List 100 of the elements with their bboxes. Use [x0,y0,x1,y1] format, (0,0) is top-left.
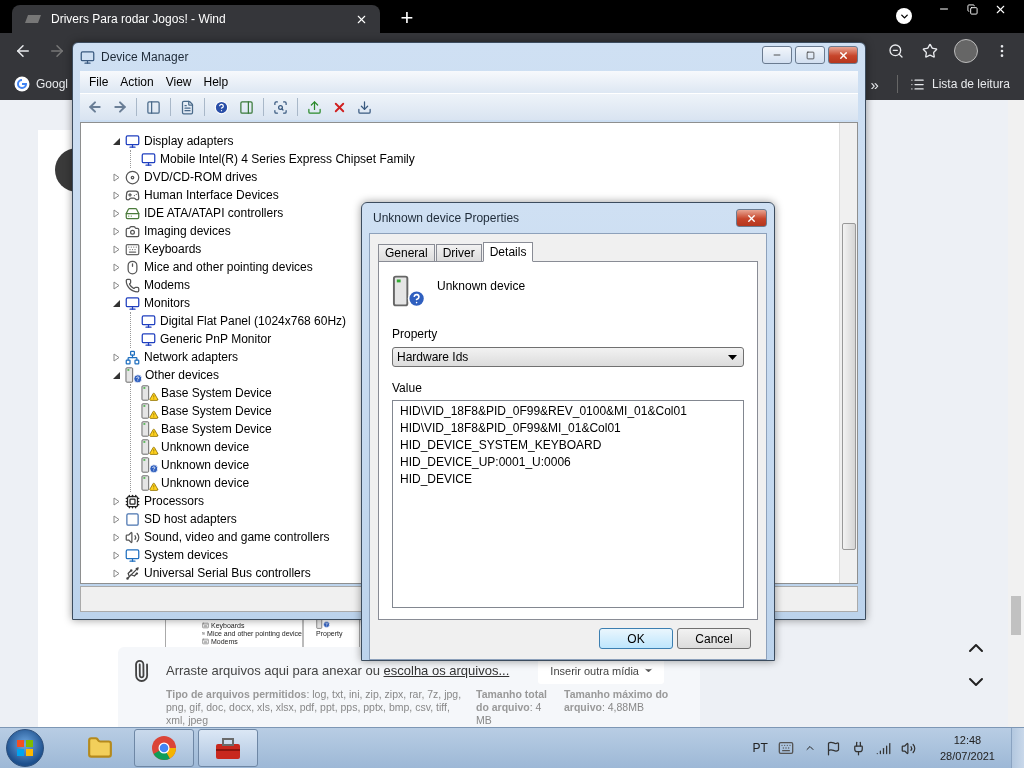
reading-list-button[interactable]: Lista de leitura [909,76,1010,92]
tree-item[interactable]: SD host adapters [144,512,237,526]
collapsed-arrow-icon[interactable] [112,262,121,272]
menu-item[interactable]: View [159,72,198,92]
tree-item[interactable]: Digital Flat Panel (1024x768 60Hz) [160,314,347,328]
volume-icon[interactable] [900,740,916,756]
usb-icon [125,565,140,581]
value-line[interactable]: HID_DEVICE_UP:0001_U:0006 [400,454,743,471]
gamepad-icon [125,187,140,203]
tree-item[interactable]: Human Interface Devices [144,188,279,202]
expanded-arrow-icon[interactable] [112,136,121,146]
tree-item[interactable]: Modems [144,278,190,292]
tree-item[interactable]: Base System Device [161,386,272,400]
tree-item[interactable]: Unknown device [161,476,250,490]
tree-item[interactable]: IDE ATA/ATAPI controllers [144,206,284,220]
maximize-button[interactable] [795,46,825,64]
field-label: Value [392,381,423,395]
list-icon [909,76,925,92]
upload-icon [307,99,322,115]
tree-item[interactable]: Base System Device [161,422,272,436]
tree-item[interactable]: Monitors [144,296,190,310]
collapsed-arrow-icon[interactable] [112,352,121,362]
windows-logo-icon [15,738,35,758]
collapsed-arrow-icon[interactable] [112,226,121,236]
tree-scrollbar[interactable] [839,123,857,583]
collapsed-arrow-icon[interactable] [112,550,121,560]
close-icon [837,49,849,61]
tree-item[interactable]: Unknown device [161,458,250,472]
dialog-tab[interactable]: Driver [435,244,482,261]
cancel-button[interactable]: Cancel [677,628,751,649]
ok-button[interactable]: OK [599,628,673,649]
keyboard-icon[interactable] [777,740,794,756]
collapsed-arrow-icon[interactable] [112,244,121,254]
tree-item[interactable]: Base System Device [161,404,272,418]
tree-item[interactable]: Mobile Intel(R) 4 Series Express Chipset Family [160,152,415,166]
start-button[interactable] [6,729,44,767]
tree-item[interactable]: Display adapters [144,134,234,148]
property-dropdown[interactable]: Hardware Ids [392,347,744,367]
collapsed-arrow-icon[interactable] [112,532,121,542]
collapsed-arrow-icon[interactable] [112,190,121,200]
bookmark-link[interactable]: Googl [36,77,69,91]
scroll-thumb[interactable] [1011,596,1021,635]
tree-item[interactable]: DVD/CD-ROM drives [144,170,258,184]
signal-icon[interactable] [875,740,891,756]
total-size-text: Tamanho total do arquivo: 4 MB [476,688,548,727]
collapsed-arrow-icon[interactable] [112,514,121,524]
tree-item[interactable]: Unknown device [161,440,250,454]
chrome-icon [151,735,177,761]
window-title: Device Manager [101,50,189,64]
unknown-device-icon [125,367,141,383]
dialog-tab[interactable]: Details [482,242,534,262]
language-indicator[interactable]: PT [752,741,768,755]
collapsed-arrow-icon[interactable] [112,172,121,182]
max-size-text: Tamanho máximo do arquivo: 4,88MB [564,688,670,715]
tree-item[interactable]: Mice and other pointing devices [144,260,313,274]
tab-search-button[interactable] [896,8,912,24]
tree-item[interactable]: Imaging devices [144,224,231,238]
network-icon [125,349,140,365]
chip-icon [125,493,140,509]
collapsed-arrow-icon[interactable] [112,280,121,290]
collapsed-arrow-icon[interactable] [112,496,121,506]
minimize-button[interactable] [762,46,792,64]
scroll-thumb[interactable] [841,223,856,550]
site-logo-icon [24,14,42,24]
tree-item[interactable]: Sound, video and game controllers [144,530,330,544]
value-line[interactable]: HID_DEVICE [400,471,743,488]
tree-item[interactable]: Other devices [145,368,220,382]
bookmarks-overflow-button[interactable]: » [864,75,885,93]
browser-tab[interactable]: Drivers Para rodar Jogos! - Wind [12,5,380,33]
choose-files-link[interactable]: escolha os arquivos... [383,663,510,678]
field-label: Property [392,327,439,341]
collapsed-arrow-icon[interactable] [112,208,121,218]
value-line[interactable]: HID\VID_18F8&PID_0F99&MI_01&Col01 [400,420,743,437]
profile-avatar[interactable] [954,38,978,63]
tree-item[interactable]: Generic PnP Monitor [160,332,272,346]
clock[interactable]: 12:48 28/07/2021 [939,732,995,764]
value-line[interactable]: HID\VID_18F8&PID_0F99&REV_0100&MI_01&Col01 [400,403,743,420]
toolbox-icon [214,735,242,761]
flag-icon[interactable] [825,740,841,756]
download-icon [357,99,372,115]
collapsed-arrow-icon[interactable] [112,568,121,578]
tree-item[interactable]: System devices [144,548,229,562]
expanded-arrow-icon[interactable] [112,370,121,380]
menu-item[interactable]: Help [197,72,235,92]
speaker-icon [125,529,140,545]
tree-item[interactable]: Keyboards [144,242,202,256]
help-icon [214,99,229,115]
menu-item[interactable]: Action [114,72,160,92]
new-tab-button[interactable]: + [392,3,422,33]
dialog-tab[interactable]: General [378,244,435,261]
camera-icon [125,223,140,239]
value-list[interactable]: HID\VID_18F8&PID_0F99&REV_0100&MI_01&Col01 HID\VID_18F8&PID_0F99&MI_01&Col01 HID_DEVICE_SYSTEM_KEYBOARD HID_DEVICE_UP:0001_U:0006 HID_DEVICE [392,400,744,608]
expanded-arrow-icon[interactable] [112,298,121,308]
menu-item[interactable]: File [83,72,115,92]
tree-item[interactable]: Network adapters [144,350,239,364]
page-scrollbar[interactable] [1008,100,1024,727]
tree-item[interactable]: Processors [144,494,205,508]
value-line[interactable]: HID_DEVICE_SYSTEM_KEYBOARD [400,437,743,454]
taskbar-app-button[interactable] [198,729,258,767]
tree-item[interactable]: Universal Serial Bus controllers [144,566,311,580]
